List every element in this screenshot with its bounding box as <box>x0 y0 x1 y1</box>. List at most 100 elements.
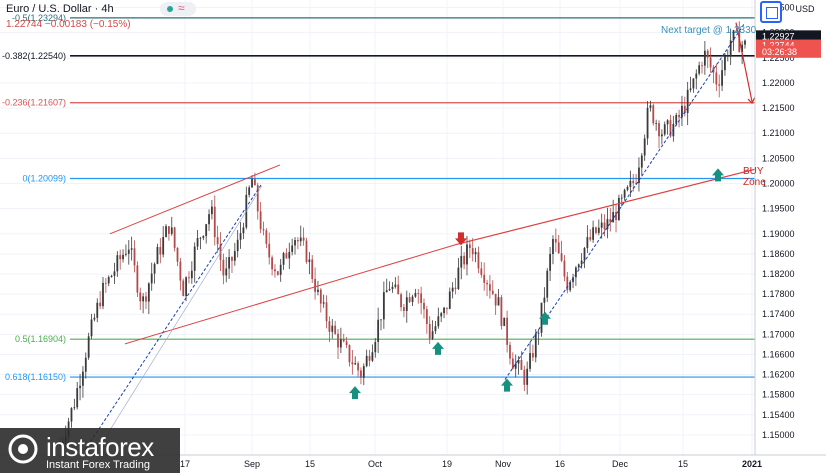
candle-body <box>222 259 225 276</box>
candle-body <box>130 248 133 250</box>
candle-body <box>116 255 119 272</box>
candle-body <box>400 294 402 308</box>
candle-body <box>543 297 546 303</box>
time-tick-label: 15 <box>305 459 315 469</box>
candle-body <box>640 155 643 168</box>
status-pill[interactable]: ≈ <box>160 1 196 16</box>
candle-body <box>715 72 718 85</box>
candle-body <box>139 292 142 302</box>
fib-label: 0.618(1.16150) <box>5 372 66 382</box>
time-axis: 17 Sep 15 Oct 19 Nov 16 Dec 15 2021 <box>180 459 762 469</box>
candle-body <box>443 307 445 314</box>
currency-label: USD <box>795 4 815 14</box>
candle-body <box>99 302 102 307</box>
candle-body <box>629 180 632 187</box>
price-tick-label: 1.17000 <box>762 329 795 339</box>
candle-body <box>233 251 236 261</box>
candle-body <box>165 226 167 237</box>
candle-body <box>90 319 93 337</box>
candle-body <box>394 284 397 287</box>
chart-grid <box>0 0 755 455</box>
candle-body <box>107 277 110 284</box>
candle-body <box>385 290 388 293</box>
candle-body <box>268 243 271 258</box>
time-tick-label: Dec <box>612 459 629 469</box>
candle-body <box>262 229 265 231</box>
candle-body <box>296 240 299 242</box>
candle-body <box>168 226 170 234</box>
candle-body <box>403 307 405 311</box>
candle-body <box>122 254 124 260</box>
wave-icon: ≈ <box>178 1 185 15</box>
candle-body <box>282 253 285 265</box>
candle-body <box>202 236 205 238</box>
candle-body <box>337 333 339 348</box>
candle-body <box>248 187 251 195</box>
candle-body <box>431 331 434 339</box>
price-tick-label: 1.16600 <box>762 349 795 359</box>
candle-body <box>208 214 210 225</box>
price-tick-label: 1.17800 <box>762 289 795 299</box>
candle-body <box>334 325 337 334</box>
candle-body <box>380 319 382 321</box>
candle-body <box>317 289 319 292</box>
price-tick-label: 1.21500 <box>762 103 795 113</box>
candle-body <box>82 371 84 386</box>
candle-body <box>133 248 136 266</box>
candle-body <box>563 260 566 277</box>
candle-body <box>391 286 394 290</box>
candle-body <box>73 407 76 409</box>
candle-body <box>638 167 640 184</box>
candle-body <box>706 50 709 58</box>
candle-body <box>417 293 420 294</box>
candle-body <box>724 56 726 71</box>
candle-body <box>76 388 79 408</box>
candle-body <box>678 114 680 118</box>
candle-body <box>136 265 139 293</box>
buy-zone-label: BUY <box>743 166 764 177</box>
candle-body <box>663 124 666 135</box>
candle-body <box>70 408 73 422</box>
add-indicator-button[interactable] <box>760 1 782 23</box>
candle-body <box>632 180 635 184</box>
candle-body <box>253 179 256 186</box>
candle-body <box>110 275 113 278</box>
candle-body <box>709 57 712 68</box>
candle-body <box>643 138 646 156</box>
candle-body <box>265 230 268 244</box>
candle-body <box>609 219 612 223</box>
candle-body <box>655 123 658 124</box>
candle-body <box>489 284 491 291</box>
candles <box>59 21 746 452</box>
candle-body <box>468 244 471 249</box>
candle-body <box>560 253 563 261</box>
candle-body <box>506 317 509 345</box>
candle-body <box>626 186 629 190</box>
candle-body <box>271 257 273 270</box>
candle-body <box>471 248 474 255</box>
live-dot-icon <box>167 6 173 12</box>
candle-body <box>646 107 649 139</box>
time-tick-label: 16 <box>555 459 565 469</box>
candle-body <box>526 368 529 385</box>
candle-body <box>216 237 219 245</box>
candle-body <box>623 189 626 198</box>
candle-body <box>354 363 357 365</box>
candle-body <box>236 239 239 252</box>
candle-body <box>497 297 500 306</box>
candle-body <box>477 252 480 269</box>
candle-body <box>718 84 721 86</box>
candle-body <box>96 302 99 318</box>
candle-body <box>411 296 414 302</box>
candle-body <box>211 206 213 215</box>
candle-body <box>170 227 173 234</box>
candle-body <box>695 73 698 79</box>
candle-body <box>331 325 334 332</box>
candle-body <box>446 307 448 309</box>
candle-body <box>291 245 294 252</box>
time-tick-label: Oct <box>368 459 383 469</box>
price-chart[interactable]: -0.5(1.23294)-0.382(1.22540)-0.236(1.216… <box>0 0 826 473</box>
candle-body <box>454 287 457 289</box>
candle-body <box>500 297 503 326</box>
candle-body <box>600 222 603 228</box>
